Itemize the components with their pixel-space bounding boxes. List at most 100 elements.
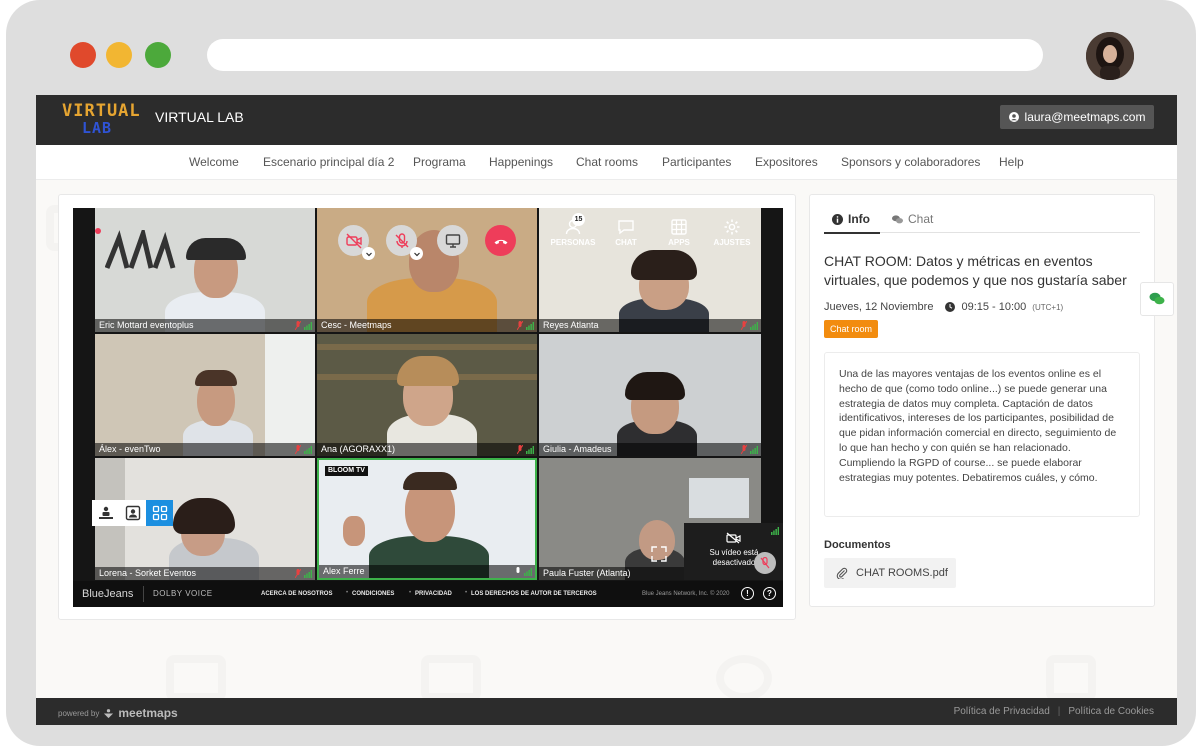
nav-item-welcome[interactable]: Welcome (189, 155, 239, 169)
background-decoration (716, 655, 772, 701)
video-card: Eric Mottard eventoplus Cesc - Meetmaps … (58, 194, 796, 620)
chevron-down-icon[interactable] (362, 247, 375, 260)
tab-chat-label: Chat (908, 212, 934, 226)
camera-toggle-button[interactable] (338, 225, 375, 260)
document-download-button[interactable]: CHAT ROOMS.pdf (824, 558, 956, 588)
nav-item-sponsors[interactable]: Sponsors y colaboradores (841, 155, 980, 169)
ajustes-button[interactable]: AJUSTES (707, 218, 757, 247)
info-circle-icon[interactable]: ! (741, 587, 754, 600)
background-decoration (421, 655, 481, 701)
brand-name: VIRTUAL LAB (155, 109, 244, 125)
microphone-toggle-button[interactable] (386, 225, 423, 260)
nav-item-happenings[interactable]: Happenings (489, 155, 553, 169)
avatar[interactable] (1086, 32, 1134, 80)
nav-item-expositores[interactable]: Expositores (755, 155, 818, 169)
link-derechos[interactable]: LOS DERECHOS DE AUTOR DE TERCEROS (471, 591, 597, 597)
hang-up-button[interactable] (485, 225, 516, 256)
layout-gallery-button[interactable] (146, 500, 173, 526)
signal-icon (526, 446, 534, 454)
video-tile[interactable]: Giulia - Amadeus (539, 334, 761, 456)
powered-by[interactable]: powered by meetmaps (58, 706, 178, 720)
session-schedule: Jueves, 12 Noviembre 09:15 - 10:00 (UTC+… (824, 301, 1063, 313)
help-circle-icon[interactable]: ? (763, 587, 776, 600)
powered-by-label: powered by (58, 708, 100, 718)
paperclip-icon (836, 567, 848, 579)
comments-icon (892, 214, 903, 223)
apps-label: APPS (668, 238, 690, 247)
top-bar: VIRTUAL LAB VIRTUAL LAB laura@meetmaps.c… (36, 95, 1177, 145)
meetmaps-wordmark: meetmaps (118, 706, 178, 720)
user-account-button[interactable]: laura@meetmaps.com (1000, 105, 1154, 129)
person-card-icon (125, 505, 140, 521)
participant-name: Alex Ferre (319, 565, 535, 578)
virtual-lab-logo[interactable]: VIRTUAL LAB (60, 99, 140, 139)
window-minimize-dot[interactable] (106, 42, 132, 68)
session-date: Jueves, 12 Noviembre (824, 301, 934, 313)
participant-name: Reyes Atlanta (539, 319, 761, 332)
expand-icon[interactable] (651, 546, 667, 562)
mic-off-icon (395, 232, 408, 248)
video-tile[interactable]: Álex - evenTwo (95, 334, 315, 456)
video-tile-active-speaker[interactable]: BLOOM TV Alex Ferre (317, 458, 537, 580)
link-privacidad[interactable]: PRIVACIDAD (415, 591, 452, 597)
signal-icon (750, 322, 758, 330)
nav-item-help[interactable]: Help (999, 155, 1024, 169)
screen-share-button[interactable] (437, 225, 468, 256)
session-timezone: (UTC+1) (1032, 302, 1064, 312)
people-count-badge: 15 (572, 213, 585, 226)
mic-muted-icon (295, 445, 301, 454)
link-acerca[interactable]: ACERCA DE NOSOTROS (261, 591, 332, 597)
mic-muted-icon (760, 557, 770, 569)
background-decoration (1046, 655, 1096, 701)
participant-name: Giulia - Amadeus (539, 443, 761, 456)
gear-icon (724, 219, 740, 235)
logo-line-2: LAB (82, 119, 113, 137)
camera-off-icon (726, 532, 741, 544)
personas-label: PERSONAS (550, 238, 596, 247)
signal-icon (304, 570, 312, 578)
self-mute-button[interactable] (754, 552, 776, 574)
presenter-icon (98, 506, 113, 519)
recording-indicator (95, 228, 101, 234)
grid-icon (152, 505, 167, 521)
mic-muted-icon (517, 321, 523, 330)
copyright-text: Blue Jeans Network, Inc. © 2020 (642, 591, 730, 597)
window-maximize-dot[interactable] (145, 42, 171, 68)
chat-room-title: CHAT ROOM: Datos y métricas en eventos v… (824, 253, 1127, 288)
cookies-policy-link[interactable]: Política de Cookies (1068, 706, 1154, 717)
session-description: Una de las mayores ventajas de los event… (824, 352, 1140, 517)
link-condiciones[interactable]: CONDICIONES (352, 591, 394, 597)
dolby-voice-logo: DOLBY VOICE (153, 589, 213, 598)
bluejeans-logo: BlueJeans (82, 588, 134, 600)
tab-info[interactable]: Info (824, 212, 880, 234)
signal-icon (750, 446, 758, 454)
meetmaps-logo-icon (104, 708, 114, 718)
nav-item-chat-rooms[interactable]: Chat rooms (576, 155, 638, 169)
info-tabs: Info Chat (824, 207, 1140, 234)
apps-button[interactable]: APPS (654, 218, 704, 247)
nav-item-participantes[interactable]: Participantes (662, 155, 731, 169)
video-tile[interactable]: Ana (AGORAXX1) (317, 334, 537, 456)
apps-grid-icon (671, 219, 687, 235)
clock-icon (945, 302, 956, 312)
mic-muted-icon (741, 445, 747, 454)
video-tile[interactable]: Eric Mottard eventoplus (95, 208, 315, 332)
mic-muted-icon (741, 321, 747, 330)
monitor-icon (445, 233, 460, 248)
nav-item-escenario[interactable]: Escenario principal día 2 (263, 155, 394, 169)
privacy-policy-link[interactable]: Política de Privacidad (954, 706, 1050, 717)
main-navigation: Welcome Escenario principal día 2 Progra… (36, 145, 1177, 180)
address-bar[interactable] (207, 39, 1043, 71)
tab-chat[interactable]: Chat (892, 212, 933, 226)
chevron-down-icon[interactable] (410, 247, 423, 260)
layout-single-button[interactable] (119, 500, 146, 526)
window-close-dot[interactable] (70, 42, 96, 68)
nav-item-programa[interactable]: Programa (413, 155, 466, 169)
session-info-card: Info Chat CHAT ROOM: Datos y métricas en… (809, 194, 1155, 607)
chat-button[interactable]: CHAT (601, 218, 651, 247)
documents-heading: Documentos (824, 539, 891, 551)
layout-speaker-button[interactable] (92, 500, 119, 526)
session-type-badge: Chat room (824, 320, 879, 338)
floating-chat-button[interactable] (1140, 282, 1174, 316)
layout-switcher (92, 500, 173, 526)
